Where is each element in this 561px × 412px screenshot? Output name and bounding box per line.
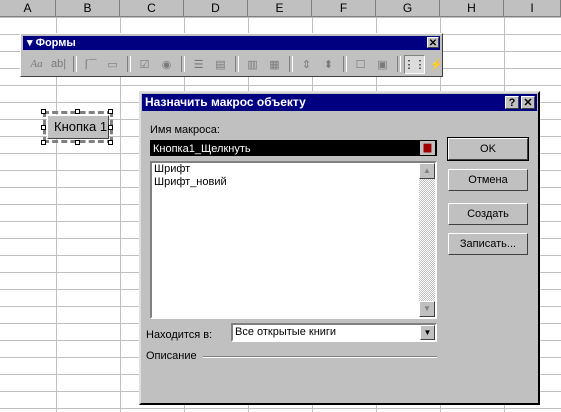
resize-handle[interactable] — [108, 125, 113, 130]
resize-handle[interactable] — [75, 140, 80, 145]
scrollbar-icon[interactable]: ⇕ — [296, 55, 317, 74]
toolbar-menu-icon[interactable]: ▾ — [27, 37, 36, 49]
toolbar-separator — [73, 56, 77, 72]
forms-toolbar: ▾ Формы ✕ Aa ab| ⌈‾‾ ▭ ☑ ◉ ☰ ▤ ▥ ▦ ⇕ ⬍ ☐… — [20, 33, 443, 77]
toolbar-separator — [181, 56, 185, 72]
resize-handle[interactable] — [108, 109, 113, 114]
edit-code-icon[interactable]: ▣ — [372, 55, 393, 74]
label-icon[interactable]: Aa — [26, 55, 47, 74]
location-select[interactable]: Все открытые книги ▼ — [231, 323, 437, 342]
resize-handle[interactable] — [41, 125, 46, 130]
toolbar-separator — [343, 56, 347, 72]
record-button[interactable]: Записать... — [448, 233, 528, 255]
column-header-b[interactable]: B — [56, 0, 120, 17]
chevron-down-icon[interactable]: ▼ — [420, 325, 435, 340]
run-dialog-icon[interactable]: ⚡ — [426, 55, 447, 74]
description-label: Описание — [146, 350, 197, 362]
help-button[interactable]: ? — [505, 96, 519, 109]
spinner-icon[interactable]: ⬍ — [318, 55, 339, 74]
collapse-dialog-icon[interactable]: ▆ — [420, 141, 435, 155]
macro-name-label: Имя макроса: — [150, 124, 220, 136]
toolbar-title: Формы — [35, 37, 76, 49]
listbox-icon[interactable]: ☰ — [188, 55, 209, 74]
macro-name-input[interactable]: Кнопка1_Щелкнуть — [150, 140, 437, 156]
toolbar-titlebar[interactable]: ▾ Формы ✕ — [23, 36, 440, 50]
toolbar-separator — [127, 56, 131, 72]
macro-list[interactable]: Шрифт Шрифт_новий ▲ ▼ — [150, 161, 437, 319]
resize-handle[interactable] — [41, 140, 46, 145]
description-divider — [203, 356, 437, 358]
sheet-form-button[interactable]: Кнопка 1 — [43, 111, 113, 143]
cancel-button[interactable]: Отмена — [448, 169, 528, 191]
column-header-c[interactable]: C — [120, 0, 184, 17]
toolbar-separator — [235, 56, 239, 72]
list-item[interactable]: Шрифт_новий — [152, 176, 435, 189]
control-properties-icon[interactable]: ☐ — [350, 55, 371, 74]
button-icon[interactable]: ▭ — [102, 55, 123, 74]
column-header-e[interactable]: E — [248, 0, 312, 17]
list-item[interactable]: Шрифт — [152, 163, 435, 176]
column-header-d[interactable]: D — [184, 0, 248, 17]
toolbar-separator — [397, 56, 401, 72]
column-header-g[interactable]: G — [376, 0, 440, 17]
toggle-grid-icon[interactable]: ⋮⋮ — [404, 54, 426, 74]
optionbutton-icon[interactable]: ◉ — [156, 55, 177, 74]
column-header-h[interactable]: H — [440, 0, 504, 17]
column-header-f[interactable]: F — [312, 0, 376, 17]
groupbox-icon[interactable]: ⌈‾‾ — [80, 55, 101, 74]
dialog-titlebar[interactable]: Назначить макрос объекту ? ✕ — [142, 94, 537, 111]
resize-handle[interactable] — [41, 109, 46, 114]
editbox-icon[interactable]: ab| — [48, 55, 69, 74]
create-button[interactable]: Создать — [448, 203, 528, 225]
location-value: Все открытые книги — [235, 326, 337, 338]
scroll-down-icon[interactable]: ▼ — [419, 301, 435, 317]
checkbox-icon[interactable]: ☑ — [134, 55, 155, 74]
combobox-icon[interactable]: ▤ — [210, 55, 231, 74]
toolbar-close-button[interactable]: ✕ — [427, 37, 439, 49]
assign-macro-dialog: Назначить макрос объекту ? ✕ Имя макроса… — [139, 91, 540, 405]
combodropdown-edit-icon[interactable]: ▦ — [264, 55, 285, 74]
list-scrollbar[interactable]: ▲ ▼ — [419, 163, 435, 317]
scroll-up-icon[interactable]: ▲ — [419, 163, 435, 179]
toolbar-separator — [289, 56, 293, 72]
dialog-title: Назначить макрос объекту — [145, 95, 306, 109]
dialog-close-button[interactable]: ✕ — [521, 96, 535, 109]
combolist-edit-icon[interactable]: ▥ — [242, 55, 263, 74]
column-header-a[interactable]: A — [0, 0, 56, 17]
ok-button[interactable]: OK — [447, 137, 529, 161]
location-label: Находится в: — [146, 329, 213, 341]
column-header-i[interactable]: I — [504, 0, 561, 17]
toolbar-buttons: Aa ab| ⌈‾‾ ▭ ☑ ◉ ☰ ▤ ▥ ▦ ⇕ ⬍ ☐ ▣ ⋮⋮ ⚡ — [26, 54, 448, 74]
resize-handle[interactable] — [108, 140, 113, 145]
resize-handle[interactable] — [75, 109, 80, 114]
